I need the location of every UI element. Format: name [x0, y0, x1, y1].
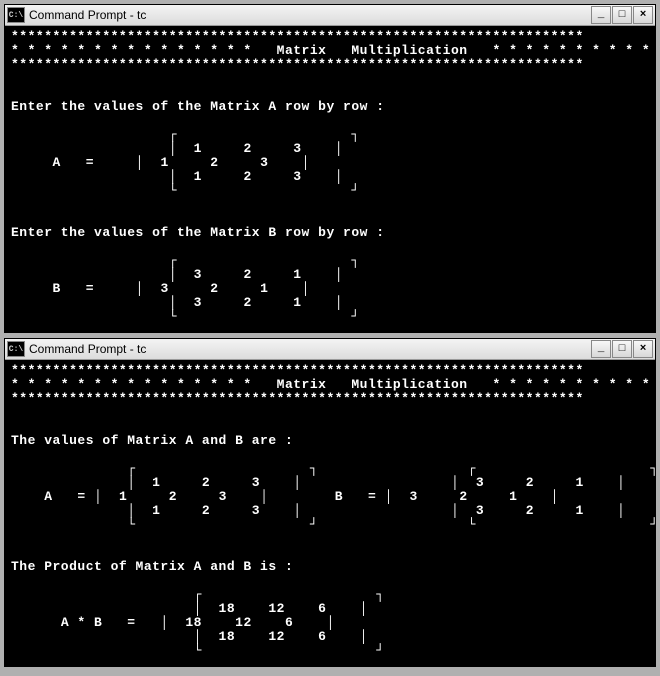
window-controls-1: _ □ × [591, 6, 653, 24]
matrix-a-label: A = [53, 155, 95, 170]
values-header: The values of Matrix A and B are : [11, 433, 293, 448]
command-window-2: C:\ Command Prompt - tc _ □ × **********… [4, 338, 656, 667]
minimize-button[interactable]: _ [591, 340, 611, 358]
matrix-a-row: 1 2 3 [194, 141, 302, 156]
matrix-b-row: 3 2 1 [194, 295, 302, 310]
titlebar-2[interactable]: C:\ Command Prompt - tc _ □ × [5, 339, 655, 360]
header-line: * * * * * * * * * * * * * * * Matrix Mul… [11, 43, 660, 58]
close-button[interactable]: × [633, 340, 653, 358]
header-stars: ****************************************… [11, 29, 584, 44]
header-stars: ****************************************… [11, 57, 584, 72]
product-row: 18 12 6 [219, 601, 327, 616]
console-output-2: ****************************************… [5, 360, 655, 666]
matrix-b-label: B = [53, 281, 95, 296]
minimize-button[interactable]: _ [591, 6, 611, 24]
command-window-1: C:\ Command Prompt - tc _ □ × **********… [4, 4, 656, 333]
matrix-b-row: 3 2 1 [476, 503, 584, 518]
product-row: 18 12 6 [185, 615, 293, 630]
titlebar-1[interactable]: C:\ Command Prompt - tc _ □ × [5, 5, 655, 26]
matrix-a-row: 1 2 3 [160, 155, 268, 170]
prompt-a: Enter the values of the Matrix A row by … [11, 99, 385, 114]
matrix-a-row: 1 2 3 [152, 475, 260, 490]
matrix-b-row: 3 2 1 [160, 281, 268, 296]
prompt-b: Enter the values of the Matrix B row by … [11, 225, 385, 240]
window-controls-2: _ □ × [591, 340, 653, 358]
header-stars: ****************************************… [11, 391, 584, 406]
window-title-2: Command Prompt - tc [29, 342, 591, 356]
close-button[interactable]: × [633, 6, 653, 24]
maximize-button[interactable]: □ [612, 6, 632, 24]
header-stars: ****************************************… [11, 363, 584, 378]
maximize-button[interactable]: □ [612, 340, 632, 358]
matrix-a-label: A = [44, 489, 86, 504]
matrix-b-label: B = [335, 489, 377, 504]
window-title-1: Command Prompt - tc [29, 8, 591, 22]
product-header: The Product of Matrix A and B is : [11, 559, 293, 574]
console-output-1: ****************************************… [5, 26, 655, 332]
cmd-icon: C:\ [7, 341, 25, 357]
product-row: 18 12 6 [219, 629, 327, 644]
matrix-a-row: 1 2 3 [194, 169, 302, 184]
header-line: * * * * * * * * * * * * * * * Matrix Mul… [11, 377, 660, 392]
matrix-b-row: 3 2 1 [410, 489, 518, 504]
matrix-a-row: 1 2 3 [152, 503, 260, 518]
cmd-icon: C:\ [7, 7, 25, 23]
product-label: A * B = [61, 615, 136, 630]
matrix-a-row: 1 2 3 [119, 489, 227, 504]
matrix-b-row: 3 2 1 [194, 267, 302, 282]
matrix-b-row: 3 2 1 [476, 475, 584, 490]
